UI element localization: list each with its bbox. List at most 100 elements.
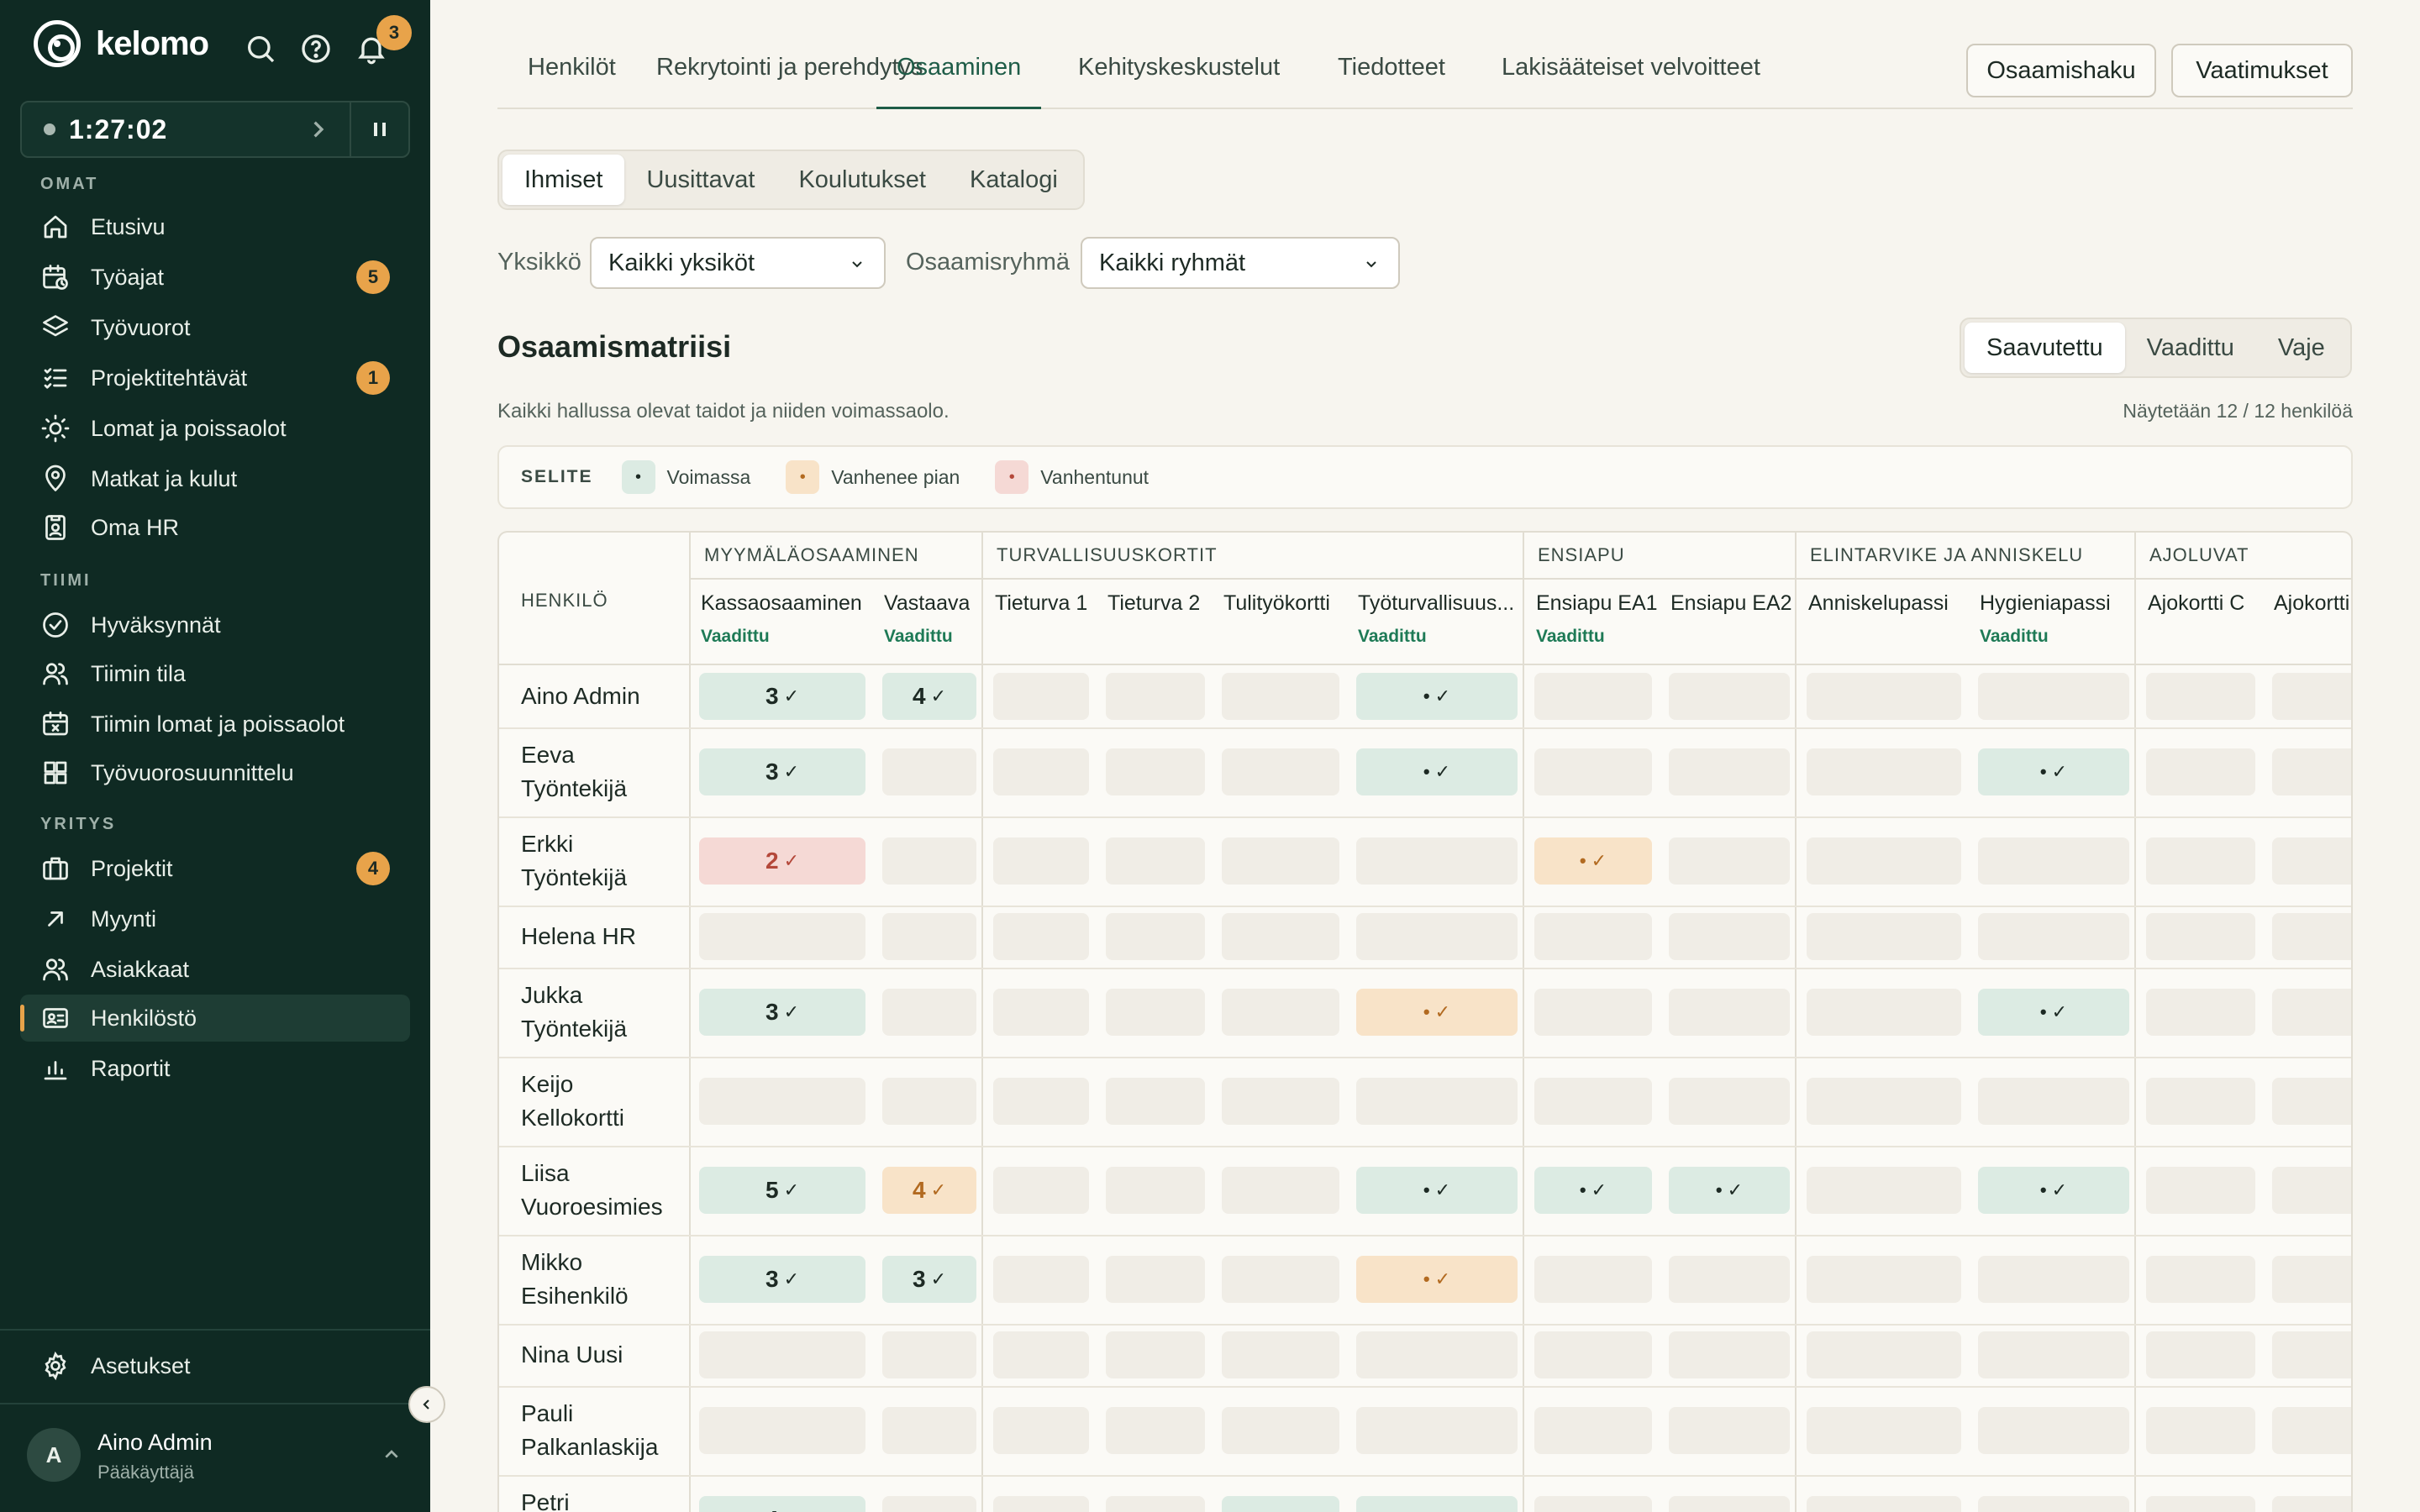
column-header[interactable]: Ensiapu EA1 xyxy=(1536,591,1658,616)
search-button[interactable] xyxy=(244,32,277,66)
competence-cell[interactable] xyxy=(1534,1078,1652,1125)
tab-tiedotteet[interactable]: Tiedotteet xyxy=(1338,54,1445,108)
competence-cell[interactable] xyxy=(1807,913,1961,960)
tab-osaaminen[interactable]: Osaaminen xyxy=(876,54,1042,109)
competence-cell[interactable] xyxy=(882,1496,976,1512)
column-header[interactable]: Anniskelupassi xyxy=(1808,591,1949,616)
unit-select[interactable]: Kaikki yksiköt xyxy=(590,237,886,289)
competence-cell[interactable] xyxy=(1807,748,1961,795)
competence-cell[interactable]: • ✓ xyxy=(1978,989,2129,1036)
column-header[interactable]: Ajokortti xyxy=(2274,591,2349,616)
competence-cell[interactable] xyxy=(993,989,1089,1036)
competence-cell[interactable] xyxy=(993,1407,1089,1454)
competence-cell[interactable] xyxy=(699,913,865,960)
subtab-koulutukset[interactable]: Koulutukset xyxy=(776,155,948,205)
sidebar-item-oma-hr[interactable]: Oma HR xyxy=(20,504,410,551)
competence-cell[interactable] xyxy=(1669,1407,1790,1454)
competence-cell[interactable]: • ✓ xyxy=(1356,673,1518,720)
sidebar-item-tiimin-tila[interactable]: Tiimin tila xyxy=(20,650,410,697)
notifications-button[interactable]: 3 xyxy=(355,15,412,66)
subtab-ihmiset[interactable]: Ihmiset xyxy=(502,155,625,205)
competence-cell[interactable] xyxy=(1978,1078,2129,1125)
sidebar-item-projektitehtävät[interactable]: Projektitehtävät 1 xyxy=(20,354,410,402)
competence-cell[interactable] xyxy=(1807,1407,1961,1454)
sidebar-item-hyväksynnät[interactable]: Hyväksynnät xyxy=(20,601,410,648)
competence-cell[interactable] xyxy=(2272,1496,2351,1512)
column-header[interactable]: Vastaava xyxy=(884,591,970,616)
competence-cell[interactable] xyxy=(1222,748,1339,795)
sidebar-item-työvuorosuunnittelu[interactable]: Työvuorosuunnittelu xyxy=(20,749,410,796)
sidebar-item-tiimin-lomat-ja-poissaolot[interactable]: Tiimin lomat ja poissaolot xyxy=(20,701,410,748)
competence-cell[interactable] xyxy=(1106,1407,1205,1454)
competence-cell[interactable] xyxy=(1222,1078,1339,1125)
competence-cell[interactable] xyxy=(1807,1331,1961,1378)
competence-cell[interactable]: 3 ✓ xyxy=(699,989,865,1036)
competence-cell[interactable] xyxy=(1978,673,2129,720)
competence-cell[interactable] xyxy=(1106,1256,1205,1303)
competence-cell[interactable] xyxy=(2272,913,2351,960)
competence-cell[interactable] xyxy=(1807,989,1961,1036)
competence-cell[interactable] xyxy=(1356,1407,1518,1454)
competence-cell[interactable]: • ✓ xyxy=(1978,1167,2129,1214)
competence-cell[interactable] xyxy=(1356,913,1518,960)
competence-cell[interactable]: 3 ✓ xyxy=(699,673,865,720)
competence-cell[interactable] xyxy=(2146,1167,2255,1214)
competence-cell[interactable] xyxy=(1669,913,1790,960)
person-name[interactable]: Pauli Palkanlaskija xyxy=(521,1397,681,1464)
person-name[interactable]: Nina Uusi xyxy=(521,1338,681,1372)
tab-kehityskeskustelut[interactable]: Kehityskeskustelut xyxy=(1078,54,1280,108)
competence-cell[interactable] xyxy=(1534,1256,1652,1303)
competence-cell[interactable] xyxy=(882,837,976,885)
tab-lakisaateiset[interactable]: Lakisääteiset velvoitteet xyxy=(1502,54,1760,108)
competence-cell[interactable]: 4✓ xyxy=(699,1496,865,1512)
competence-cell[interactable]: • ✓ xyxy=(1356,989,1518,1036)
person-name[interactable]: Liisa Vuoroesimies xyxy=(521,1157,681,1224)
competence-cell[interactable]: • ✓ xyxy=(1978,748,2129,795)
tab-henkilot[interactable]: Henkilöt xyxy=(528,54,616,108)
competence-cell[interactable] xyxy=(1534,673,1652,720)
competence-cell[interactable] xyxy=(2146,673,2255,720)
competence-cell[interactable] xyxy=(1534,748,1652,795)
competence-cell[interactable] xyxy=(699,1331,865,1378)
competence-cell[interactable] xyxy=(1106,913,1205,960)
column-header[interactable]: Ensiapu EA2 xyxy=(1670,591,1792,616)
competence-cell[interactable] xyxy=(1222,673,1339,720)
competence-cell[interactable] xyxy=(1106,1167,1205,1214)
brand-logo[interactable]: kelomo xyxy=(34,20,209,67)
competence-cell[interactable]: 4✓ xyxy=(882,673,976,720)
competence-cell[interactable]: 5 ✓ xyxy=(699,1167,865,1214)
column-header[interactable]: Tieturva 1 xyxy=(995,591,1087,616)
competence-cell[interactable] xyxy=(1222,1167,1339,1214)
competence-cell[interactable]: • ✓ xyxy=(1534,1167,1652,1214)
column-header[interactable]: Tieturva 2 xyxy=(1107,591,1200,616)
group-select[interactable]: Kaikki ryhmät xyxy=(1081,237,1400,289)
competence-cell[interactable] xyxy=(1807,673,1961,720)
competence-cell[interactable] xyxy=(2146,837,2255,885)
competence-cell[interactable] xyxy=(1669,673,1790,720)
competence-cell[interactable] xyxy=(2272,989,2351,1036)
column-header[interactable]: Työturvallisuus... xyxy=(1358,591,1514,616)
competence-cell[interactable] xyxy=(1669,748,1790,795)
user-menu[interactable]: A Aino Admin Pääkäyttäjä xyxy=(27,1428,405,1487)
competence-cell[interactable] xyxy=(1356,1078,1518,1125)
competence-cell[interactable]: • ✓ xyxy=(1534,837,1652,885)
competence-cell[interactable] xyxy=(1222,1407,1339,1454)
competence-cell[interactable] xyxy=(2272,673,2351,720)
sidebar-item-matkat-ja-kulut[interactable]: Matkat ja kulut xyxy=(20,455,410,502)
competence-cell[interactable] xyxy=(1807,837,1961,885)
help-button[interactable] xyxy=(299,32,333,66)
competence-cell[interactable] xyxy=(1222,1256,1339,1303)
competence-cell[interactable]: • ✓ xyxy=(1356,748,1518,795)
competence-cell[interactable] xyxy=(993,1078,1089,1125)
sidebar-item-raportit[interactable]: Raportit xyxy=(20,1045,410,1092)
sidebar-item-myynti[interactable]: Myynti xyxy=(20,895,410,942)
competence-cell[interactable] xyxy=(2146,913,2255,960)
competence-cell[interactable] xyxy=(1222,1496,1339,1512)
sidebar-item-työvuorot[interactable]: Työvuorot xyxy=(20,304,410,351)
competence-cell[interactable] xyxy=(1534,1496,1652,1512)
competence-cell[interactable] xyxy=(1356,1496,1518,1512)
competence-cell[interactable] xyxy=(2272,1078,2351,1125)
view-required[interactable]: Vaadittu xyxy=(2125,323,2256,373)
competence-cell[interactable] xyxy=(2146,989,2255,1036)
competence-cell[interactable] xyxy=(993,1256,1089,1303)
